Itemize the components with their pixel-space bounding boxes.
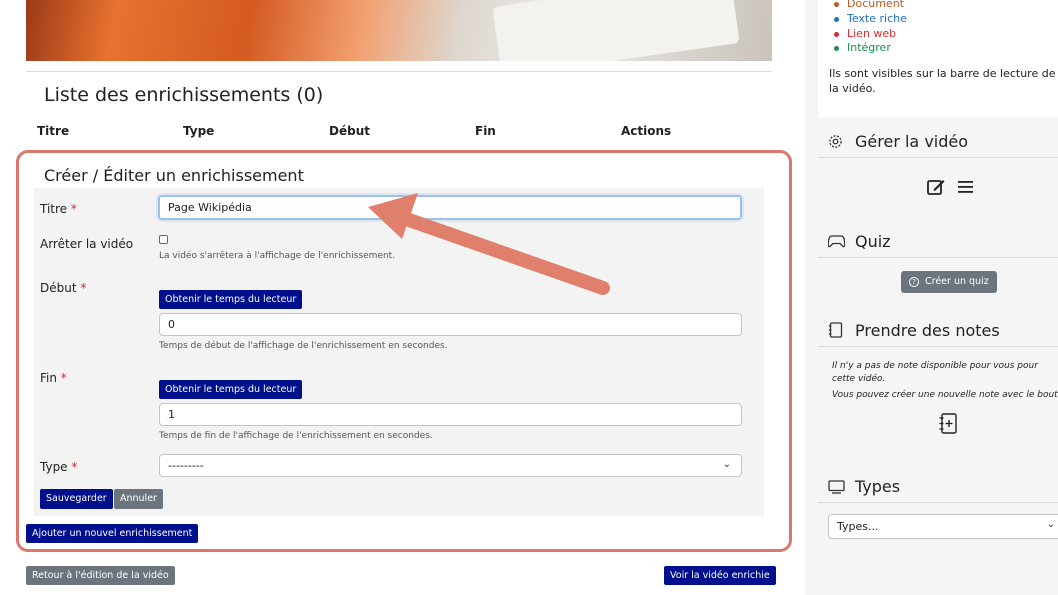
column-header-type: Type [183,124,215,138]
type-label: Type * [40,460,77,474]
menu-icon[interactable] [958,180,973,194]
add-enrichment-button[interactable]: Ajouter un nouvel enrichissement [26,524,199,543]
type-label-text: Type [40,460,68,474]
stop-video-label: Arrêter la vidéo [40,237,134,251]
chevron-down-icon: ⌄ [1046,519,1055,530]
end-label-text: Fin [40,371,57,385]
start-label-text: Début [40,281,77,295]
view-enriched-video-button[interactable]: Voir la vidéo enrichie [664,566,776,585]
type-item-label: Intégrer [847,41,891,54]
type-item-label: Lien web [847,27,897,40]
type-select-value: --------- [168,459,204,472]
get-end-time-button[interactable]: Obtenir le temps du lecteur [159,380,303,399]
divider [26,71,772,72]
cancel-button[interactable]: Annuler [114,489,163,509]
gear-icon [829,135,842,148]
annotation-arrow [368,193,610,295]
save-button[interactable]: Sauvegarder [40,489,113,509]
edit-icon[interactable] [926,177,946,197]
notes-title: Prendre des notes [855,321,1000,340]
column-header-titre: Titre [37,124,70,138]
video-thumbnail [26,0,772,61]
quiz-title: Quiz [855,232,891,251]
types-select-value: Types... [837,520,879,533]
add-note-icon[interactable] [938,413,958,435]
types-select[interactable]: Types... ⌄ [828,514,1058,539]
notes-empty-text: Il n'y a pas de note disponible pour vou… [832,361,1038,384]
type-item-web-link: Lien web [834,27,896,40]
monitor-icon [828,480,845,494]
end-help: Temps de fin de l'affichage de l'enrichi… [159,431,433,441]
column-header-fin: Fin [475,124,496,138]
required-mark: * [60,371,67,385]
stop-video-checkbox[interactable] [159,235,168,244]
start-label: Début * [40,281,86,295]
notebook-icon [828,322,843,338]
type-item-document: Document [834,0,904,10]
end-input[interactable]: 1 [159,403,742,426]
bullet-icon [834,1,839,7]
gamepad-icon [828,235,845,248]
required-mark: * [80,281,87,295]
start-help: Temps de début de l'affichage de l'enric… [159,341,448,351]
back-to-edit-button[interactable]: Retour à l'édition de la vidéo [26,566,175,585]
form-title: Créer / Éditer un enrichissement [44,166,304,185]
types-title: Types [855,477,901,496]
create-quiz-label: Créer un quiz [925,276,989,287]
required-mark: * [71,460,78,474]
type-item-label: Texte riche [847,12,907,25]
titre-label-text: Titre [40,202,68,216]
divider [818,502,1058,503]
divider [818,157,1058,158]
type-item-rich-text: Texte riche [834,12,907,25]
manage-video-title: Gérer la vidéo [855,132,969,151]
create-quiz-button[interactable]: ? Créer un quiz [901,271,997,293]
end-label: Fin * [40,371,67,385]
type-item-label: Document [847,0,904,10]
start-input[interactable]: 0 [159,313,742,336]
required-mark: * [70,202,77,216]
enrichment-list-title: Liste des enrichissements (0) [44,84,324,106]
titre-label: Titre * [40,202,77,216]
notes-create-hint: Vous pouvez créer une nouvelle note avec… [832,390,1058,400]
divider [818,257,1058,258]
divider [818,346,1058,347]
column-header-debut: Début [329,124,370,138]
type-select[interactable]: --------- ⌄ [159,454,742,477]
type-item-embed: Intégrer [834,41,891,54]
chevron-down-icon: ⌄ [722,459,731,470]
question-icon: ? [909,276,919,287]
bullet-icon [834,45,839,51]
get-start-time-button[interactable]: Obtenir le temps du lecteur [159,290,303,309]
bullet-icon [834,16,839,22]
column-header-actions: Actions [621,124,672,138]
bullet-icon [834,31,839,37]
types-visible-text: Ils sont visibles sur la barre de lectur… [829,67,1056,95]
